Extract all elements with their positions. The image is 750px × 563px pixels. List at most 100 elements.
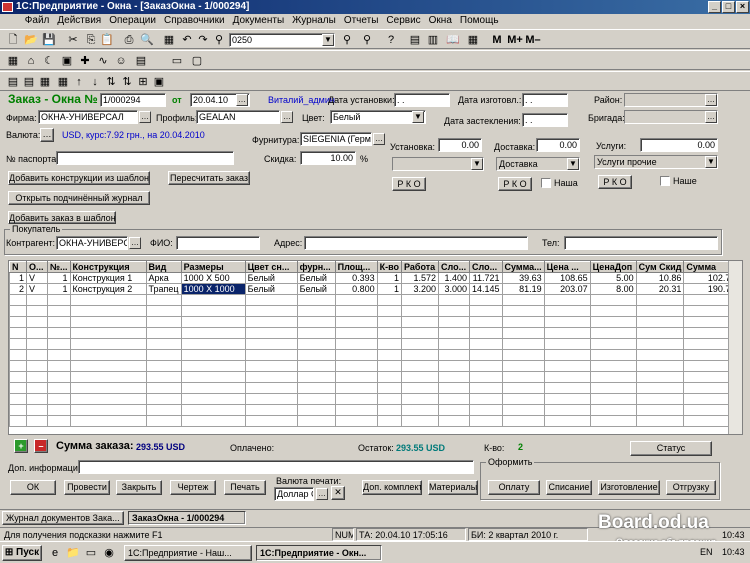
profile-field[interactable]: GEALAN <box>196 110 280 124</box>
select-icon[interactable]: ▣ <box>152 75 166 89</box>
paste-icon[interactable]: 📋 <box>100 33 114 47</box>
tab-journal[interactable]: Журнал документов Зака... <box>2 511 124 525</box>
open-journal-button[interactable]: Открыть подчинённый журнал <box>8 191 150 205</box>
table-cell[interactable]: 14.145 <box>469 283 503 295</box>
preview-icon[interactable]: 🔍 <box>140 33 154 47</box>
chevron-down-icon[interactable]: ▼ <box>705 156 717 168</box>
phone-field[interactable] <box>564 236 718 250</box>
column-header[interactable]: Вид <box>145 261 182 273</box>
column-header[interactable]: Работа <box>401 261 439 273</box>
rko-delivery-button[interactable]: Р К О <box>498 177 532 191</box>
table-cell[interactable]: Белый <box>296 283 336 295</box>
table-cell[interactable]: 108.65 <box>543 272 591 284</box>
table-cell[interactable]: Арка <box>145 272 182 284</box>
table-cell[interactable]: 0.393 <box>334 272 378 284</box>
media-icon[interactable]: ◉ <box>102 546 116 560</box>
moon-icon[interactable]: ☾ <box>42 54 56 68</box>
row-copy-icon[interactable]: ▤ <box>22 75 36 89</box>
add-constructions-button[interactable]: Добавить конструкции из шаблонов <box>8 171 150 185</box>
filter-icon[interactable]: ⊞ <box>136 75 150 89</box>
fio-field[interactable] <box>176 236 260 250</box>
maximize-button[interactable]: □ <box>722 1 735 13</box>
table-cell[interactable]: Конструкция 2 <box>69 283 147 295</box>
table-scrollbar[interactable] <box>728 261 742 434</box>
shipment-button[interactable]: Отгрузку <box>666 480 716 495</box>
ours-checkbox[interactable] <box>541 178 551 188</box>
redo-icon[interactable]: ↷ <box>196 33 210 47</box>
print-icon[interactable]: ⎙ <box>122 33 136 47</box>
wave-icon[interactable]: ∿ <box>96 54 110 68</box>
table-cell[interactable]: 1.400 <box>438 272 470 284</box>
column-header[interactable]: Конструкция <box>69 261 147 273</box>
table-icon[interactable]: ▥ <box>426 33 440 47</box>
print-button[interactable]: Печать <box>224 480 266 495</box>
open-icon[interactable]: 📂 <box>24 33 38 47</box>
profile-select-button[interactable]: … <box>281 111 293 123</box>
search-combo[interactable]: 0250 <box>229 33 335 47</box>
menu-actions[interactable]: Действия <box>57 15 101 26</box>
column-header[interactable]: ЦенаДоп <box>589 261 637 273</box>
glazing-date-field[interactable]: . . <box>522 113 568 127</box>
table-cell[interactable]: 1.572 <box>401 272 439 284</box>
table-cell[interactable]: 3.000 <box>438 283 470 295</box>
table-cell[interactable]: Конструкция 1 <box>69 272 147 284</box>
table-cell[interactable]: V <box>26 272 48 284</box>
column-header[interactable]: К-во <box>376 261 403 273</box>
table-cell[interactable]: 1 <box>47 272 71 284</box>
table-cell[interactable]: 1 <box>9 272 27 284</box>
ok-button[interactable]: ОК <box>10 480 56 495</box>
table-cell[interactable]: Белый <box>244 272 298 284</box>
folder-icon[interactable]: 📁 <box>66 546 80 560</box>
start-button[interactable]: ⊞ Пуск <box>2 545 42 561</box>
ie-icon[interactable]: e <box>48 546 62 560</box>
print-currency-select-button[interactable]: … <box>316 488 328 500</box>
undo-icon[interactable]: ↶ <box>180 33 194 47</box>
column-header[interactable]: Площ... <box>334 261 378 273</box>
memory-minus-button[interactable]: М– <box>524 33 542 47</box>
copy-icon[interactable]: ⎘ <box>84 33 98 47</box>
table-cell[interactable]: 10.86 <box>635 272 685 284</box>
table-row[interactable]: 2 V 1 Конструкция 2 Трапец 1000 X 1000 Белый Бе… <box>9 283 739 295</box>
column-header[interactable]: фурн... <box>296 261 336 273</box>
column-header[interactable]: №... <box>47 261 71 273</box>
table-cell[interactable]: V <box>26 283 48 295</box>
help-icon[interactable]: ? <box>384 33 398 47</box>
book-icon[interactable]: 📖 <box>446 33 460 47</box>
info-field[interactable] <box>78 460 474 474</box>
table-cell[interactable]: 8.00 <box>589 283 637 295</box>
table-row[interactable]: 1 V 1 Конструкция 1 Арка 1000 X 500 Белый Белый… <box>9 272 739 284</box>
tab-order[interactable]: ЗаказОкна - 1/000294 <box>128 511 246 525</box>
rko-install-button[interactable]: Р К О <box>392 177 426 191</box>
brigade-field[interactable] <box>624 110 718 124</box>
column-header[interactable]: Цена ... <box>543 261 591 273</box>
taskbar-item-1[interactable]: 1С:Предприятие - Наш... <box>124 545 252 561</box>
ours2-checkbox[interactable] <box>660 176 670 186</box>
table-cell[interactable]: 0.800 <box>334 283 378 295</box>
table-cell[interactable]: 20.31 <box>635 283 685 295</box>
cut-icon[interactable]: ✂ <box>66 33 80 47</box>
column-header[interactable]: Сло... <box>469 261 503 273</box>
search-all-icon[interactable]: ⚲ <box>360 33 374 47</box>
arrow-down-icon[interactable]: ↓ <box>88 75 102 89</box>
column-header[interactable]: N <box>9 261 27 273</box>
calc2-icon[interactable]: ▤ <box>134 54 148 68</box>
recalc-button[interactable]: Пересчитать заказ <box>168 171 250 185</box>
doc-number-field[interactable]: 1/000294 <box>100 93 166 107</box>
column-header[interactable]: Цвет сн... <box>244 261 298 273</box>
address-field[interactable] <box>304 236 528 250</box>
taskbar-item-2[interactable]: 1С:Предприятие - Окн... <box>256 545 382 561</box>
desktop-icon[interactable]: ▭ <box>84 546 98 560</box>
services-select[interactable]: Услуги прочие <box>594 155 718 169</box>
install-field[interactable]: 0.00 <box>438 138 482 152</box>
table-cell[interactable]: 81.19 <box>501 283 545 295</box>
firm-select-button[interactable]: … <box>139 111 151 123</box>
close-form-button[interactable]: Закрыть <box>116 480 162 495</box>
column-header[interactable]: Сум Скид <box>635 261 685 273</box>
table-cell[interactable]: Белый <box>296 272 336 284</box>
materials-button[interactable]: Материалы <box>428 480 478 495</box>
post-button[interactable]: Провести <box>64 480 110 495</box>
district-select-button[interactable]: … <box>705 94 717 106</box>
table-cell[interactable]: 1 <box>47 283 71 295</box>
calendar-icon[interactable]: ▦ <box>466 33 480 47</box>
home-icon[interactable]: ⌂ <box>24 54 38 68</box>
